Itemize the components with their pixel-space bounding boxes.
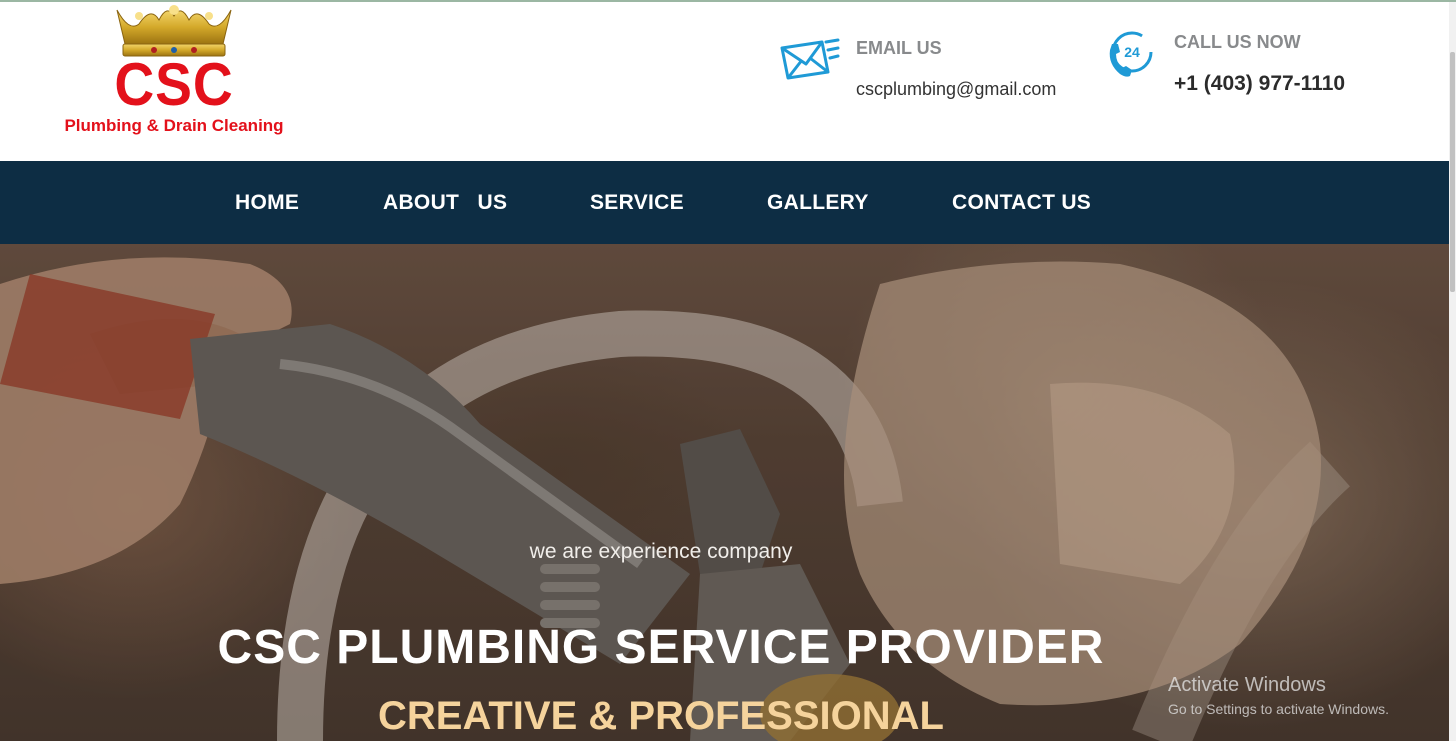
hero-title: CSC PLUMBING SERVICE PROVIDER	[217, 621, 1105, 674]
email-address-link[interactable]: cscplumbing@gmail.com	[856, 79, 1056, 100]
nav-gallery[interactable]: GALLERY	[767, 191, 869, 215]
site-logo[interactable]: CSC Plumbing & Drain Cleaning	[54, 2, 294, 142]
phone-title: CALL US NOW	[1174, 32, 1301, 52]
watermark-line-1: Activate Windows	[1168, 674, 1326, 696]
envelope-icon	[780, 38, 840, 80]
logo-brand-text: CSC	[114, 51, 234, 118]
scrollbar-thumb[interactable]	[1450, 52, 1455, 292]
crown-icon	[116, 5, 232, 57]
phone-contact: 24 CALL US NOW +1 (403) 977-1110	[1104, 28, 1404, 108]
nav-about-us[interactable]: ABOUT US	[383, 191, 507, 215]
email-contact: EMAIL US cscplumbing@gmail.com	[778, 32, 1078, 112]
watermark-line-2: Go to Settings to activate Windows.	[1168, 701, 1389, 717]
page-scrollbar[interactable]	[1449, 2, 1456, 741]
phone-number-link[interactable]: +1 (403) 977-1110	[1174, 72, 1345, 96]
nav-home[interactable]: HOME	[235, 191, 299, 215]
hero-subtitle: we are experience company	[529, 540, 793, 563]
windows-activation-watermark: Activate Windows Go to Settings to activ…	[1168, 674, 1389, 717]
phone-24-icon: 24	[1109, 31, 1153, 77]
nav-contact-us[interactable]: CONTACT US	[952, 191, 1091, 215]
phone-badge-text: 24	[1124, 44, 1140, 60]
hero-tagline: CREATIVE & PROFESSIONAL	[378, 694, 944, 738]
nav-service[interactable]: SERVICE	[590, 191, 684, 215]
email-title: EMAIL US	[856, 38, 942, 58]
main-nav: HOME ABOUT US SERVICE GALLERY CONTACT US	[0, 161, 1449, 244]
logo-tagline: Plumbing & Drain Cleaning	[64, 116, 284, 135]
hero-banner: we are experience company CSC PLUMBING S…	[0, 244, 1449, 741]
site-header: CSC Plumbing & Drain Cleaning EMAIL US c…	[0, 2, 1449, 161]
